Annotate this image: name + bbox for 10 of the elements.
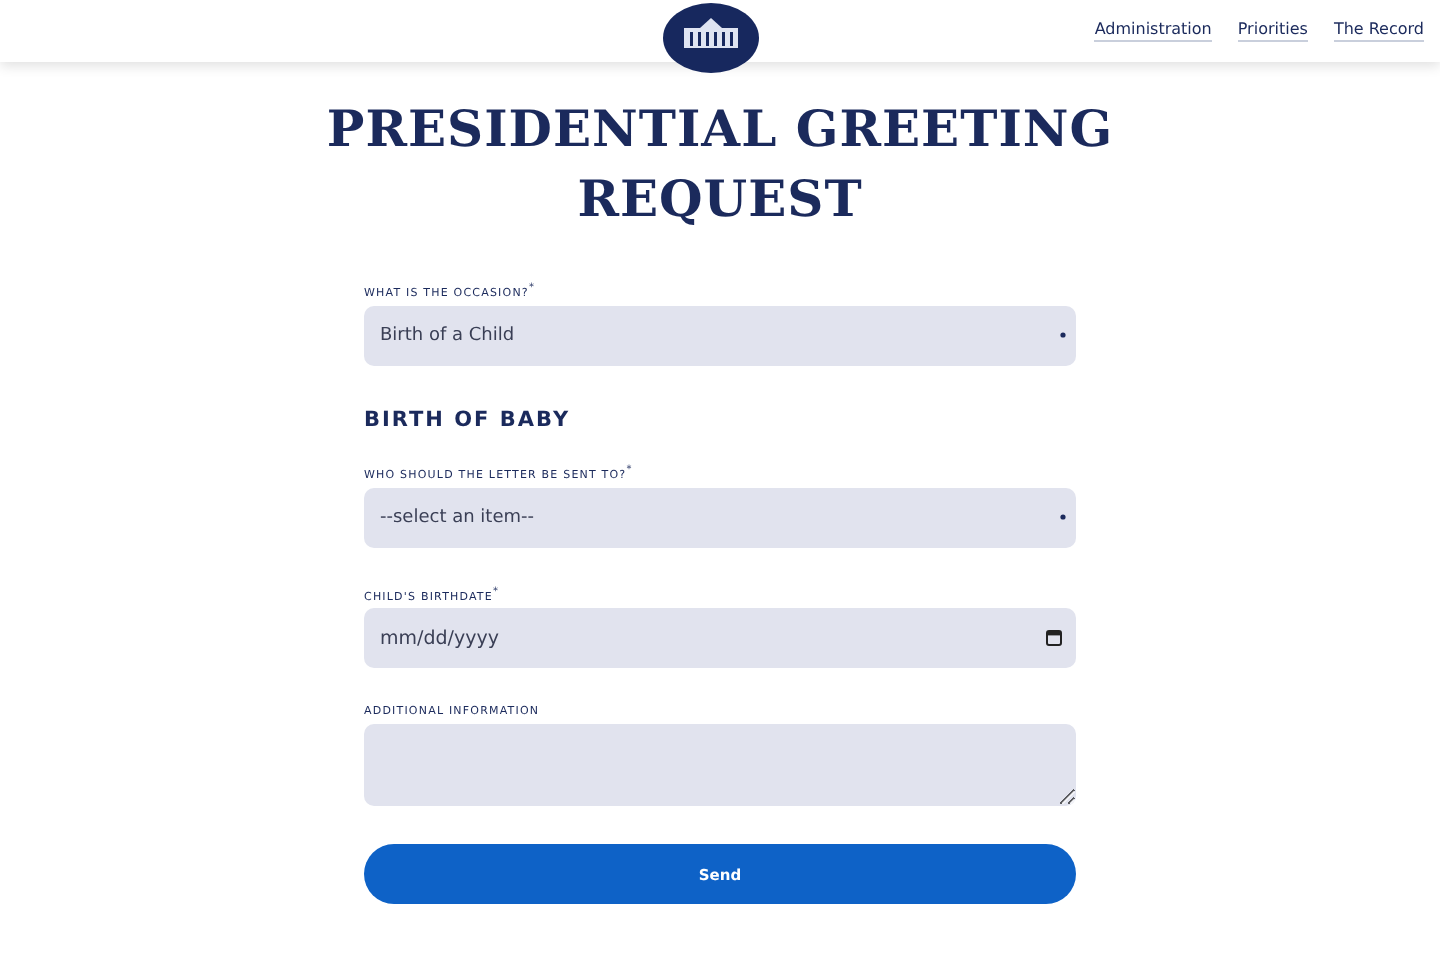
building-logo-icon[interactable] [662,2,760,74]
nav-link[interactable]: The Record [1333,20,1424,42]
page-title: PRESIDENTIAL GREETING REQUEST [324,98,1116,232]
date-field[interactable]: mm/dd/yyyy [364,608,1076,669]
select-field[interactable]: --select an item-- [364,487,1076,548]
nav-link[interactable]: Priorities [1237,20,1308,42]
select-field[interactable]: Birth of a Child [364,305,1076,366]
section-heading: BIRTH OF BABY [364,407,573,432]
calendar-icon[interactable] [1046,630,1062,647]
nav-link[interactable]: Administration [1094,20,1212,42]
